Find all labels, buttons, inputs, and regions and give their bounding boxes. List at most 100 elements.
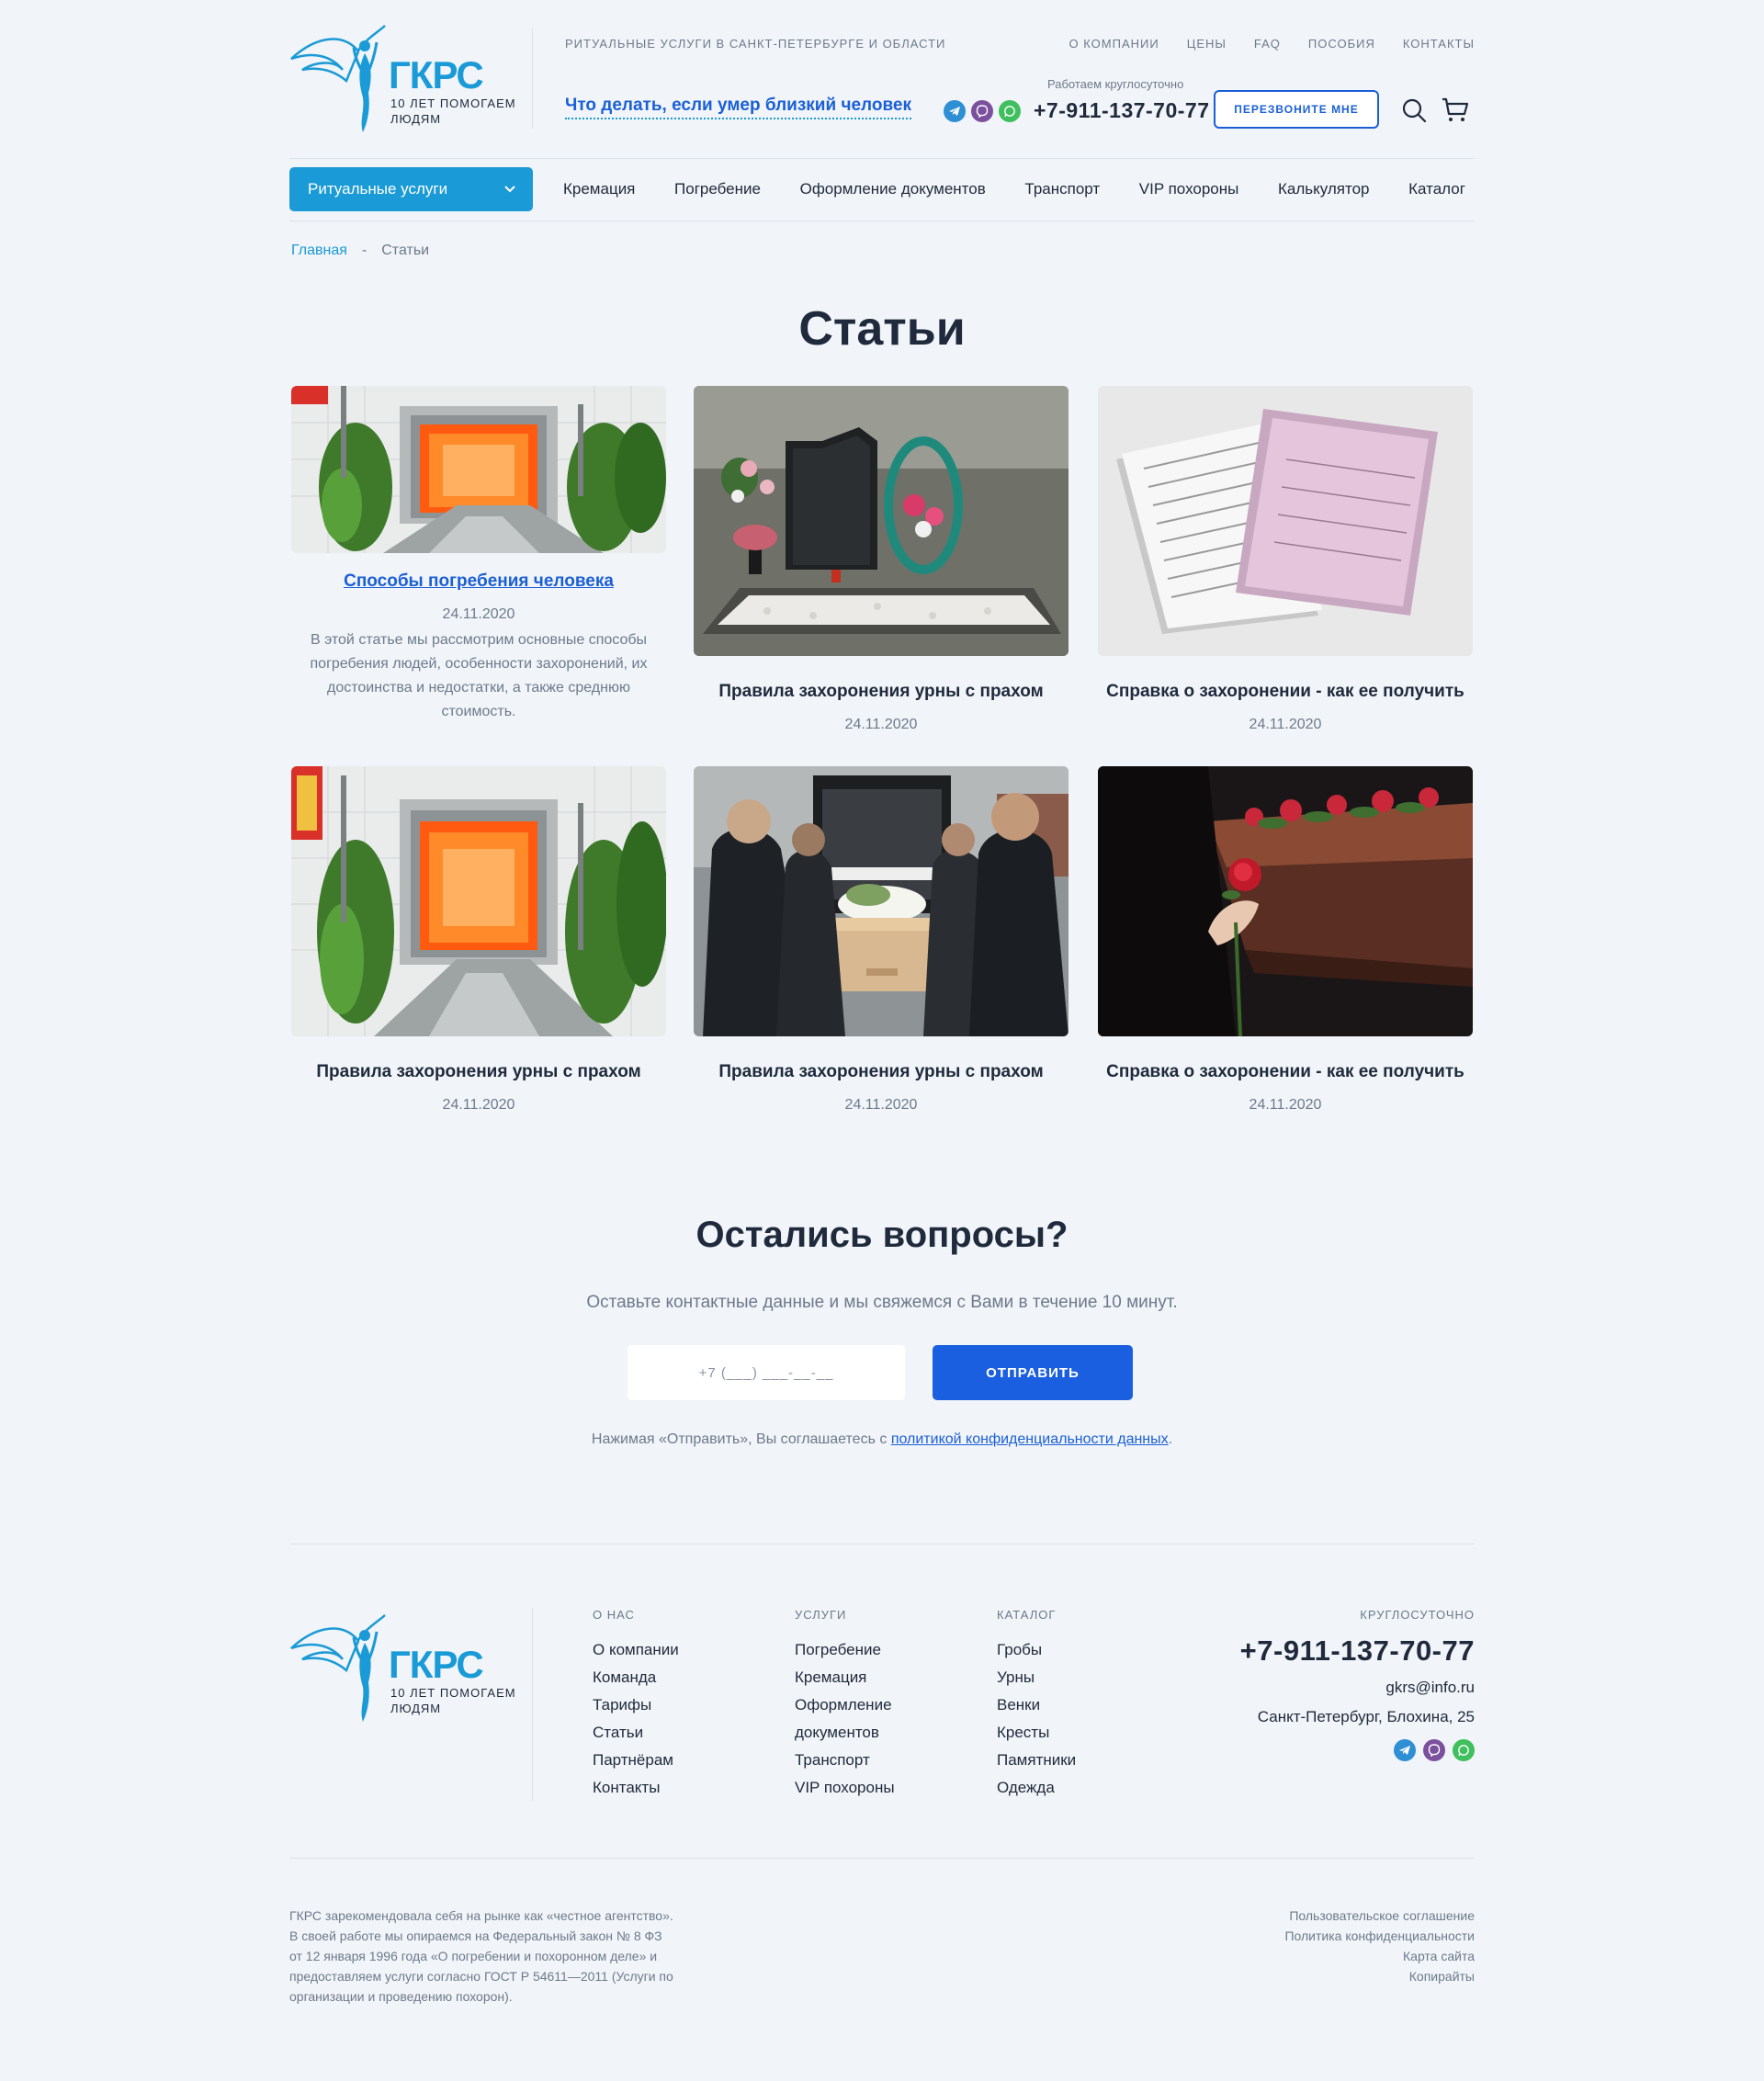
legal-links: Пользовательское соглашение Политика кон… [1284, 1906, 1475, 1986]
footer-link[interactable]: Транспорт [795, 1747, 895, 1774]
article-title[interactable]: Справка о захоронении - как ее получить [1098, 680, 1473, 704]
footer-link[interactable]: Контакты [593, 1774, 679, 1802]
header-messengers [944, 100, 1021, 122]
nav-item-transport[interactable]: Транспорт [1024, 180, 1100, 198]
article-excerpt: В этой статье мы рассмотрим основные спо… [310, 632, 648, 719]
footer-link[interactable]: документов [795, 1719, 895, 1747]
footer-phone[interactable]: +7-911-137-70-77 [1240, 1634, 1475, 1668]
footer-link[interactable]: Одежда [997, 1774, 1076, 1802]
telegram-icon[interactable] [1394, 1739, 1416, 1761]
article-image-certificate[interactable] [1098, 386, 1473, 656]
article-card[interactable]: Правила захоронения урны с прахом 24.11.… [694, 766, 1069, 1114]
copyright-link[interactable]: Копирайты [1284, 1966, 1475, 1986]
top-menu-prices[interactable]: Цены [1187, 37, 1227, 51]
footer-link[interactable]: Тарифы [593, 1691, 679, 1719]
header-divider [532, 28, 533, 129]
services-dropdown-label: Ритуальные услуги [308, 180, 448, 198]
angel-logo-icon [290, 1614, 386, 1722]
breadcrumb-separator: - [361, 243, 368, 258]
nav-item-catalog[interactable]: Каталог [1408, 180, 1465, 198]
article-title[interactable]: Справка о захоронении - как ее получить [1098, 1060, 1473, 1084]
article-title[interactable]: Способы погребения человека [291, 570, 666, 594]
footer-link[interactable]: Венки [997, 1691, 1076, 1719]
article-title[interactable]: Правила захоронения урны с прахом [694, 1060, 1069, 1084]
article-card[interactable]: Правила захоронения урны с прахом 24.11.… [291, 766, 666, 1114]
article-image-crematorium[interactable] [291, 766, 666, 1036]
footer-logo[interactable]: ГКРС 10 ЛЕТ ПОМОГАЕМ ЛЮДЯМ [289, 1604, 519, 1724]
services-dropdown[interactable]: Ритуальные услуги [289, 167, 533, 211]
footer-link[interactable]: О компании [593, 1636, 679, 1664]
region-label: Ритуальные услуги в Санкт-Петербурге и о… [565, 37, 946, 51]
questions-title: Остались вопросы? [695, 1215, 1069, 1255]
footer-link[interactable]: Гробы [997, 1636, 1076, 1664]
footer-link[interactable]: Урны [997, 1664, 1076, 1691]
nav-item-vip[interactable]: VIP похороны [1139, 180, 1239, 198]
viber-icon[interactable] [971, 100, 993, 122]
legal-text: ГКРС зарекомендовала себя на рынке как «… [289, 1908, 673, 2004]
chevron-down-icon [503, 180, 516, 203]
footer-link[interactable]: Партнёрам [593, 1747, 679, 1774]
top-menu-about[interactable]: О компании [1069, 37, 1159, 51]
nav-divider-top [289, 158, 1475, 159]
cart-icon[interactable] [1442, 97, 1469, 123]
article-card[interactable]: Справка о захоронении - как ее получить … [1098, 766, 1473, 1114]
header-phone[interactable]: +7-911-137-70-77 [1034, 98, 1210, 123]
sitemap-link[interactable]: Карта сайта [1284, 1946, 1475, 1966]
working-hours: Работаем круглосуточно [1047, 77, 1184, 91]
article-title[interactable]: Правила захоронения урны с прахом [291, 1060, 666, 1084]
footer-link[interactable]: VIP похороны [795, 1774, 895, 1802]
top-menu-faq[interactable]: FAQ [1254, 37, 1281, 51]
what-to-do-link[interactable]: Что делать, если умер близкий человек [565, 96, 911, 119]
nav-item-calculator[interactable]: Калькулятор [1278, 180, 1370, 198]
search-icon[interactable] [1401, 97, 1427, 123]
footer-link[interactable]: Памятники [997, 1747, 1076, 1774]
send-button[interactable]: ОТПРАВИТЬ [933, 1345, 1133, 1400]
top-menu-contacts[interactable]: Контакты [1403, 37, 1475, 51]
footer-link[interactable]: Оформление [795, 1691, 895, 1719]
footer-link[interactable]: Команда [593, 1664, 679, 1691]
viber-icon[interactable] [1423, 1739, 1445, 1761]
callback-button[interactable]: ПЕРЕЗВОНИТЕ МНЕ [1214, 90, 1379, 129]
top-menu-benefits[interactable]: Пособия [1308, 37, 1375, 51]
whatsapp-icon[interactable] [1453, 1739, 1475, 1761]
logo[interactable]: ГКРС 10 ЛЕТ ПОМОГАЕМ ЛЮДЯМ [289, 15, 519, 134]
brand-name: ГКРС [389, 53, 484, 96]
article-image-headstone[interactable] [694, 386, 1069, 656]
article-card[interactable]: Правила захоронения урны с прахом 24.11.… [694, 386, 1069, 733]
user-agreement-link[interactable]: Пользовательское соглашение [1284, 1906, 1475, 1926]
footer-contact: Круглосуточно +7-911-137-70-77 gkrs@info… [1240, 1608, 1475, 1761]
footer-logo-divider [532, 1608, 533, 1801]
article-image-pallbearers[interactable] [694, 766, 1069, 1036]
privacy-policy-footer-link[interactable]: Политика конфиденциальности [1284, 1926, 1475, 1946]
site-header: ГКРС 10 ЛЕТ ПОМОГАЕМ ЛЮДЯМ Ритуальные ус… [289, 0, 1475, 221]
article-title[interactable]: Правила захоронения урны с прахом [694, 680, 1069, 704]
nav-item-documents[interactable]: Оформление документов [800, 180, 986, 198]
telegram-icon[interactable] [944, 100, 966, 122]
footer-link[interactable]: Статьи [593, 1719, 679, 1747]
brand-tagline: 10 ЛЕТ ПОМОГАЕМ ЛЮДЯМ [390, 96, 516, 126]
article-date: 24.11.2020 [844, 1097, 918, 1113]
article-card[interactable]: Справка о захоронении - как ее получить … [1098, 386, 1473, 733]
footer-contact-heading: Круглосуточно [1360, 1608, 1475, 1622]
nav-item-cremation[interactable]: Кремация [563, 180, 635, 198]
article-card[interactable]: Способы погребения человека 24.11.2020 В… [291, 386, 666, 724]
top-menu: О компании Цены FAQ Пособия Контакты [1069, 37, 1475, 51]
breadcrumb-home[interactable]: Главная [291, 243, 347, 259]
privacy-policy-link[interactable]: политикой конфиденциальности данных [891, 1431, 1169, 1447]
footer-col-heading: О нас [593, 1608, 635, 1622]
whatsapp-icon[interactable] [999, 100, 1021, 122]
articles-grid: Способы погребения человека 24.11.2020 В… [291, 386, 1473, 1139]
footer-link[interactable]: Погребение [795, 1636, 895, 1664]
footer-email[interactable]: gkrs@info.ru [1240, 1679, 1475, 1697]
article-date: 24.11.2020 [442, 606, 515, 622]
footer-link[interactable]: Кремация [795, 1664, 895, 1691]
article-image-rose-casket[interactable] [1098, 766, 1473, 1036]
footer-link[interactable]: Кресты [997, 1719, 1076, 1747]
consent-suffix: . [1168, 1431, 1173, 1447]
footer-messengers [1240, 1739, 1475, 1761]
footer-brand-tagline: 10 ЛЕТ ПОМОГАЕМ ЛЮДЯМ [390, 1686, 516, 1715]
nav-item-burial[interactable]: Погребение [674, 180, 761, 198]
phone-input[interactable] [628, 1345, 905, 1400]
consent-prefix: Нажимая «Отправить», Вы соглашаетесь с [591, 1431, 891, 1447]
article-image-crematorium[interactable] [291, 386, 666, 553]
